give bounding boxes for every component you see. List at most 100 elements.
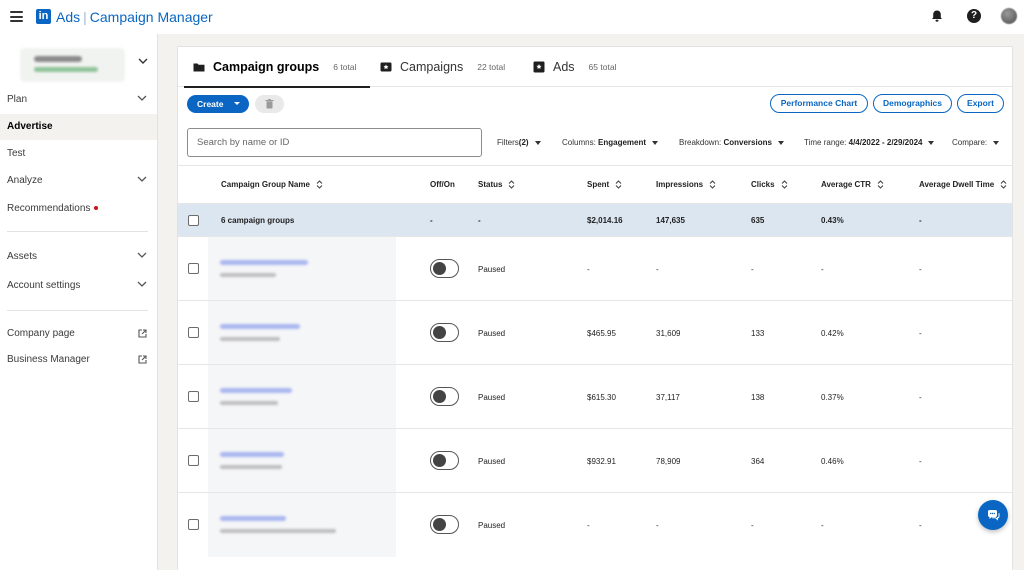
sidebar-item-recommendations[interactable]: Recommendations	[0, 196, 157, 222]
chevron-down-icon[interactable]	[138, 58, 148, 64]
column-header-label: Off/On	[430, 180, 455, 189]
column-header-status[interactable]: Status	[478, 180, 515, 190]
table-row[interactable]: Paused - - - - -	[178, 492, 1012, 557]
sort-icon	[1000, 180, 1007, 190]
row-clicks: -	[751, 265, 754, 274]
row-spent: $932.91	[587, 457, 616, 466]
row-spent: -	[587, 521, 590, 530]
breakdown-dropdown[interactable]: Breakdown: Conversions	[679, 138, 784, 147]
row-status: Paused	[478, 265, 506, 274]
time-range-dropdown[interactable]: Time range: 4/4/2022 - 2/29/2024	[804, 138, 935, 147]
performance-chart-button[interactable]: Performance Chart	[770, 94, 868, 113]
campaign-group-name[interactable]	[208, 429, 396, 493]
row-checkbox[interactable]	[188, 263, 199, 274]
sidebar-item-advertise[interactable]: Advertise	[0, 114, 157, 140]
row-spent: $615.30	[587, 393, 616, 402]
column-header-label: Clicks	[751, 180, 775, 189]
notifications-bell-icon[interactable]	[930, 9, 944, 23]
sidebar-item-analyze[interactable]: Analyze	[0, 168, 157, 194]
filters-label: Filters	[497, 138, 519, 147]
columns-dropdown[interactable]: Columns: Engagement	[562, 138, 659, 147]
chevron-down-icon	[137, 176, 147, 182]
table-row[interactable]: Paused $465.95 31,609 133 0.42% -	[178, 300, 1012, 365]
chevron-down-icon	[137, 281, 147, 287]
row-checkbox[interactable]	[188, 391, 199, 402]
sidebar-item-label: Account settings	[7, 280, 81, 291]
row-checkbox[interactable]	[188, 327, 199, 338]
compare-dropdown[interactable]: Compare:	[952, 138, 1000, 147]
tab-campaign-groups[interactable]: Campaign groups 6 total	[183, 47, 371, 88]
column-header-spent[interactable]: Spent	[587, 180, 622, 190]
column-header-average-ctr[interactable]: Average CTR	[821, 180, 884, 190]
row-checkbox[interactable]	[188, 519, 199, 530]
campaign-group-id	[220, 273, 276, 277]
sidebar-item-test[interactable]: Test	[0, 141, 157, 167]
tab-campaigns[interactable]: Campaigns 22 total	[380, 47, 505, 87]
ad-icon	[533, 61, 545, 73]
column-header-label: Spent	[587, 180, 610, 189]
avatar[interactable]	[1001, 8, 1017, 24]
column-header-average-dwell-time[interactable]: Average Dwell Time	[919, 180, 1007, 190]
sidebar-item-plan[interactable]: Plan	[0, 87, 157, 113]
column-header-impressions[interactable]: Impressions	[656, 180, 716, 190]
help-icon[interactable]: ?	[967, 9, 981, 23]
campaign-group-name-link	[220, 388, 292, 393]
linkedin-logo[interactable]: in	[36, 9, 51, 24]
summary-clicks: 635	[751, 216, 765, 225]
sidebar-item-label: Assets	[7, 251, 38, 262]
compare-label: Compare:	[952, 138, 988, 147]
chat-button[interactable]	[978, 500, 1008, 530]
row-ctr: -	[821, 265, 824, 274]
on-off-toggle[interactable]	[430, 515, 459, 534]
on-off-toggle[interactable]	[430, 259, 459, 278]
sidebar-item-account-settings[interactable]: Account settings	[0, 273, 157, 299]
table-header: Campaign Group Name Off/On Status Spent Impr…	[178, 165, 1012, 203]
table-row[interactable]: Paused $615.30 37,117 138 0.37% -	[178, 364, 1012, 429]
delete-button[interactable]	[255, 95, 284, 113]
table-row[interactable]: Paused $932.91 78,909 364 0.46% -	[178, 428, 1012, 493]
row-checkbox[interactable]	[188, 455, 199, 466]
column-header-off-on[interactable]: Off/On	[430, 180, 455, 189]
row-dwell: -	[919, 265, 922, 274]
row-impressions: -	[656, 265, 659, 274]
row-spent: -	[587, 265, 590, 274]
tab-ads[interactable]: Ads 65 total	[533, 47, 616, 87]
campaign-group-name[interactable]	[208, 365, 396, 429]
brand-separator: |	[83, 9, 87, 25]
sidebar-link-business-manager[interactable]: Business Manager	[0, 347, 157, 373]
export-button[interactable]: Export	[957, 94, 1004, 113]
external-link-icon	[138, 355, 147, 364]
breakdown-label: Breakdown:	[679, 138, 722, 147]
create-button[interactable]: Create	[187, 95, 249, 113]
filters-dropdown[interactable]: Filters(2)	[497, 138, 541, 147]
sidebar-link-company-page[interactable]: Company page	[0, 321, 157, 347]
column-header-campaign-group-name[interactable]: Campaign Group Name	[221, 180, 323, 190]
on-off-toggle[interactable]	[430, 323, 459, 342]
on-off-toggle[interactable]	[430, 451, 459, 470]
sort-icon	[709, 180, 716, 190]
summary-toggle: -	[430, 216, 433, 225]
search-input[interactable]: Search by name or ID	[187, 128, 482, 157]
row-clicks: 364	[751, 457, 765, 466]
tab-label: Campaigns	[400, 60, 464, 74]
row-impressions: 78,909	[656, 457, 681, 466]
caret-down-icon	[234, 102, 240, 105]
column-header-clicks[interactable]: Clicks	[751, 180, 788, 190]
campaign-group-name[interactable]	[208, 493, 396, 557]
campaign-group-name[interactable]	[208, 237, 396, 301]
app-title[interactable]: Ads | Campaign Manager	[56, 9, 213, 25]
on-off-toggle[interactable]	[430, 387, 459, 406]
campaign-group-name-link	[220, 324, 300, 329]
summary-ctr: 0.43%	[821, 216, 844, 225]
sort-icon	[877, 180, 884, 190]
demographics-button[interactable]: Demographics	[873, 94, 952, 113]
campaign-group-name[interactable]	[208, 301, 396, 365]
hamburger-menu-icon[interactable]	[10, 11, 23, 22]
main-panel: Campaign groups 6 total Campaigns 22 total A…	[177, 46, 1013, 570]
sidebar-item-assets[interactable]: Assets	[0, 244, 157, 270]
account-switcher[interactable]	[20, 48, 125, 82]
brand-app-name: Campaign Manager	[89, 9, 213, 25]
select-all-checkbox[interactable]	[188, 215, 199, 226]
table-row[interactable]: Paused - - - - -	[178, 236, 1012, 301]
campaign-group-id	[220, 337, 280, 341]
